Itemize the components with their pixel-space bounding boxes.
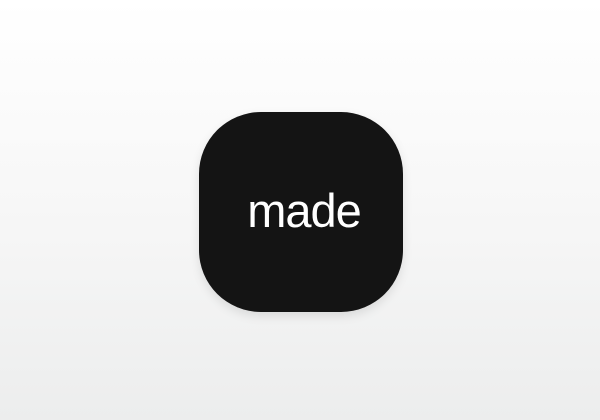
canvas: made bbox=[0, 0, 600, 420]
app-icon-label: made bbox=[247, 183, 362, 237]
app-icon[interactable]: made bbox=[199, 112, 403, 312]
